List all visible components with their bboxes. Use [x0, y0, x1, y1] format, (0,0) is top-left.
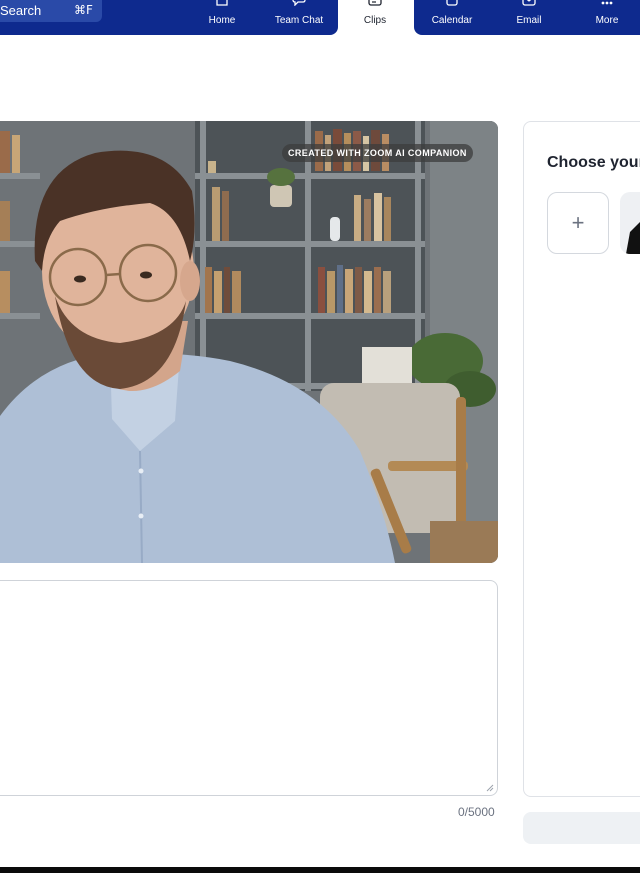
- video-frame-image: [0, 121, 498, 563]
- nav-label-team-chat: Team Chat: [274, 15, 324, 26]
- nav-label-clips: Clips: [363, 15, 387, 26]
- nav-item-clips[interactable]: Clips: [342, 0, 408, 35]
- add-avatar-button[interactable]: +: [547, 192, 609, 254]
- nav-label-home: Home: [208, 15, 236, 26]
- nav-label-more: More: [595, 15, 619, 26]
- nav-label-calendar: Calendar: [431, 15, 473, 26]
- avatar-thumbnail[interactable]: [620, 192, 640, 254]
- nav-item-more[interactable]: More: [574, 0, 640, 35]
- search-shortcut: ⌘F: [74, 3, 93, 17]
- nav-item-home[interactable]: Home: [189, 0, 255, 35]
- bottom-edge-bar: [0, 867, 640, 873]
- nav-item-email[interactable]: Email: [496, 0, 562, 35]
- more-icon: [601, 1, 613, 5]
- home-icon: [216, 0, 228, 6]
- nav-item-calendar[interactable]: Calendar: [419, 0, 485, 35]
- panel-action-button[interactable]: [523, 812, 640, 844]
- avatar-image: [626, 222, 640, 254]
- panel-title: Choose your: [547, 154, 640, 171]
- chat-icon: [292, 0, 306, 6]
- email-icon: [522, 0, 536, 6]
- search-label: Search: [0, 3, 42, 18]
- ai-companion-badge: CREATED WITH ZOOM AI COMPANION: [282, 144, 473, 162]
- search-box[interactable]: Search ⌘F: [0, 0, 102, 22]
- nav-item-team-chat[interactable]: Team Chat: [266, 0, 332, 35]
- resize-handle-icon[interactable]: [486, 784, 494, 792]
- clips-icon: [368, 0, 382, 6]
- nav-label-email: Email: [516, 15, 542, 26]
- character-count: 0/5000: [458, 805, 495, 819]
- script-textarea[interactable]: [0, 580, 498, 796]
- video-preview[interactable]: [0, 121, 498, 563]
- plus-icon: +: [571, 210, 585, 235]
- calendar-icon: [446, 0, 458, 6]
- top-navigation-bar: Search ⌘F Home Team Chat Clips Calendar: [0, 0, 640, 36]
